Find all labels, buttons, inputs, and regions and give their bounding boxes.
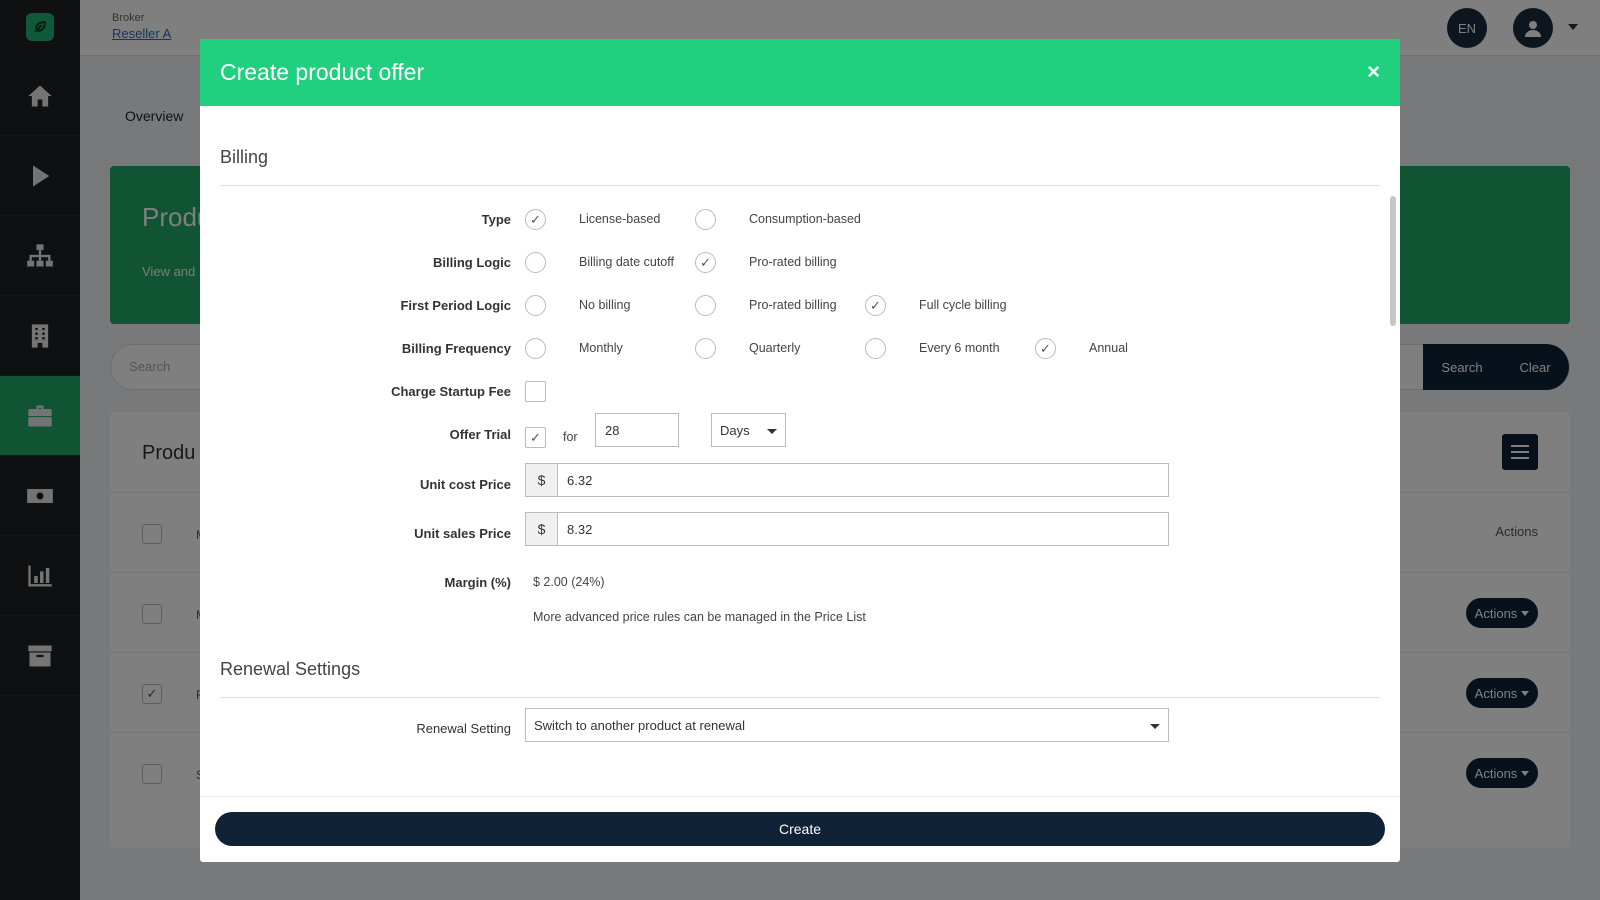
frequency-annual-label: Annual bbox=[1089, 341, 1128, 355]
renewal-setting-value: Switch to another product at renewal bbox=[534, 718, 746, 733]
type-license-radio[interactable]: ✓ bbox=[525, 209, 546, 230]
trial-for-label: for bbox=[563, 430, 578, 444]
first-period-none-radio[interactable] bbox=[525, 295, 546, 316]
billing-section-title: Billing bbox=[220, 147, 269, 167]
modal-title: Create product offer bbox=[220, 59, 425, 85]
renewal-section-title: Renewal Settings bbox=[220, 659, 361, 679]
offer-trial-label: Offer Trial bbox=[449, 427, 511, 442]
currency-addon: $ bbox=[526, 464, 558, 496]
unit-cost-input-group: $ 6.32 bbox=[525, 463, 1169, 497]
type-consumption-label: Consumption-based bbox=[749, 212, 861, 226]
divider bbox=[220, 697, 1380, 698]
frequency-quarterly-label: Quarterly bbox=[749, 341, 801, 355]
scrollbar[interactable] bbox=[1390, 196, 1396, 326]
startup-fee-label: Charge Startup Fee bbox=[391, 384, 511, 399]
frequency-monthly-label: Monthly bbox=[579, 341, 623, 355]
frequency-monthly-radio[interactable] bbox=[525, 338, 546, 359]
frequency-6month-radio[interactable] bbox=[865, 338, 886, 359]
divider bbox=[220, 185, 1380, 186]
first-period-full-label: Full cycle billing bbox=[919, 298, 1007, 312]
billing-prorated-label: Pro-rated billing bbox=[749, 255, 837, 269]
create-product-offer-modal: Create product offer × Billing Type ✓ Li… bbox=[200, 39, 1400, 862]
close-icon[interactable]: × bbox=[1367, 59, 1380, 85]
billing-prorated-radio[interactable]: ✓ bbox=[695, 252, 716, 273]
price-list-note: More advanced price rules can be managed… bbox=[533, 610, 866, 624]
frequency-annual-radio[interactable]: ✓ bbox=[1035, 338, 1056, 359]
first-period-full-radio[interactable]: ✓ bbox=[865, 295, 886, 316]
startup-fee-checkbox[interactable] bbox=[525, 381, 546, 402]
trial-duration-input[interactable]: 28 bbox=[595, 413, 679, 447]
unit-sales-input[interactable]: 8.32 bbox=[567, 522, 592, 537]
caret-down-icon bbox=[767, 429, 777, 434]
modal-header: Create product offer × bbox=[200, 39, 1400, 106]
type-license-label: License-based bbox=[579, 212, 661, 226]
renewal-setting-select[interactable]: Switch to another product at renewal bbox=[525, 708, 1169, 742]
frequency-6month-label: Every 6 month bbox=[919, 341, 1000, 355]
margin-value: $ 2.00 (24%) bbox=[533, 575, 605, 589]
unit-sales-label: Unit sales Price bbox=[414, 526, 511, 541]
billing-cutoff-label: Billing date cutoff bbox=[579, 255, 674, 269]
first-period-prorated-radio[interactable] bbox=[695, 295, 716, 316]
first-period-none-label: No billing bbox=[579, 298, 631, 312]
caret-down-icon bbox=[1150, 724, 1160, 729]
billing-cutoff-radio[interactable] bbox=[525, 252, 546, 273]
modal-footer: Create bbox=[200, 796, 1400, 862]
unit-sales-input-group: $ 8.32 bbox=[525, 512, 1169, 546]
type-consumption-radio[interactable] bbox=[695, 209, 716, 230]
modal-body: Billing Type ✓ License-based Consumption… bbox=[200, 106, 1400, 796]
first-period-logic-label: First Period Logic bbox=[400, 298, 511, 313]
frequency-quarterly-radio[interactable] bbox=[695, 338, 716, 359]
trial-unit-value: Days bbox=[720, 423, 750, 438]
renewal-setting-label: Renewal Setting bbox=[416, 721, 511, 736]
currency-addon: $ bbox=[526, 513, 558, 545]
first-period-prorated-label: Pro-rated billing bbox=[749, 298, 837, 312]
billing-logic-label: Billing Logic bbox=[433, 255, 511, 270]
offer-trial-checkbox[interactable]: ✓ bbox=[525, 427, 546, 448]
type-label: Type bbox=[481, 212, 511, 227]
unit-cost-input[interactable]: 6.32 bbox=[567, 473, 592, 488]
margin-label: Margin (%) bbox=[444, 575, 511, 590]
unit-cost-label: Unit cost Price bbox=[419, 477, 511, 492]
billing-frequency-label: Billing Frequency bbox=[401, 341, 511, 356]
create-button[interactable]: Create bbox=[215, 812, 1385, 846]
trial-unit-select[interactable]: Days bbox=[711, 413, 786, 447]
